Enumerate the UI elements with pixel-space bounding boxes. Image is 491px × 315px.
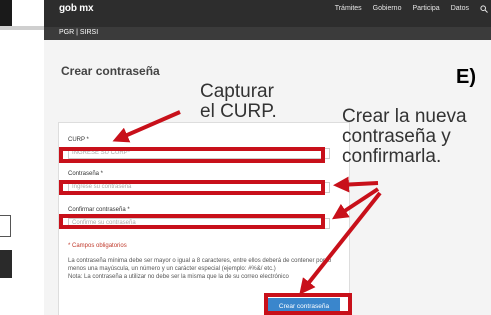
create-password-line-1: Crear la nueva (342, 106, 467, 127)
arrow-to-password (333, 176, 379, 193)
create-password-annotation: Crear la nueva contraseña y confirmarla. (342, 107, 467, 167)
create-password-line-2: contraseña y (342, 126, 451, 147)
capture-curp-line-1: Capturar (200, 81, 274, 102)
capture-curp-annotation: Capturar el CURP. (200, 82, 277, 122)
step-letter: E) (456, 66, 476, 88)
create-password-line-3: confirmarla. (342, 146, 442, 167)
arrow-to-submit (299, 191, 382, 295)
capture-curp-line-2: el CURP. (200, 101, 277, 122)
arrow-to-curp (112, 110, 181, 143)
